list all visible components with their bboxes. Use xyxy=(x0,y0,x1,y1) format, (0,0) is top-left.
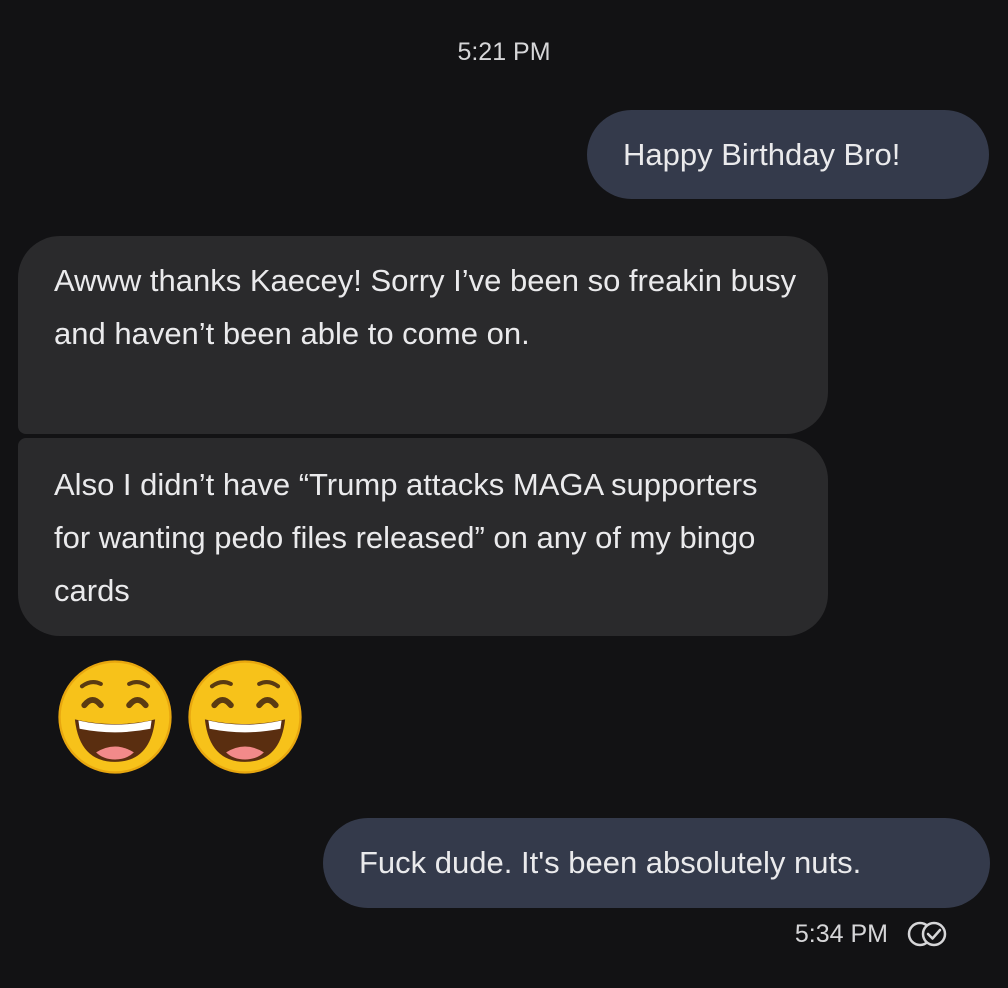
outgoing-message-bubble[interactable]: Happy Birthday Bro! xyxy=(587,110,989,199)
emoji-message[interactable] xyxy=(56,658,304,776)
incoming-message-bubble[interactable]: Awww thanks Kaecey! Sorry I’ve been so f… xyxy=(18,236,828,434)
message-text: Also I didn’t have “Trump attacks MAGA s… xyxy=(54,467,758,608)
message-timestamp: 5:21 PM xyxy=(457,38,551,66)
outgoing-message-bubble[interactable]: Fuck dude. It's been absolutely nuts. xyxy=(323,818,990,908)
read-receipt-icon xyxy=(906,918,950,950)
incoming-message-bubble[interactable]: Also I didn’t have “Trump attacks MAGA s… xyxy=(18,438,828,636)
grinning-smiling-eyes-emoji-icon xyxy=(186,658,304,776)
message-status: 5:34 PM xyxy=(795,918,950,950)
grinning-smiling-eyes-emoji-icon xyxy=(56,658,174,776)
message-text: Fuck dude. It's been absolutely nuts. xyxy=(359,845,862,880)
message-text: Awww thanks Kaecey! Sorry I’ve been so f… xyxy=(54,263,797,351)
message-timestamp: 5:34 PM xyxy=(794,919,888,948)
chat-screen: 5:21 PM Happy Birthday Bro! Awww thanks … xyxy=(0,0,1008,988)
message-text: Happy Birthday Bro! xyxy=(623,137,901,172)
